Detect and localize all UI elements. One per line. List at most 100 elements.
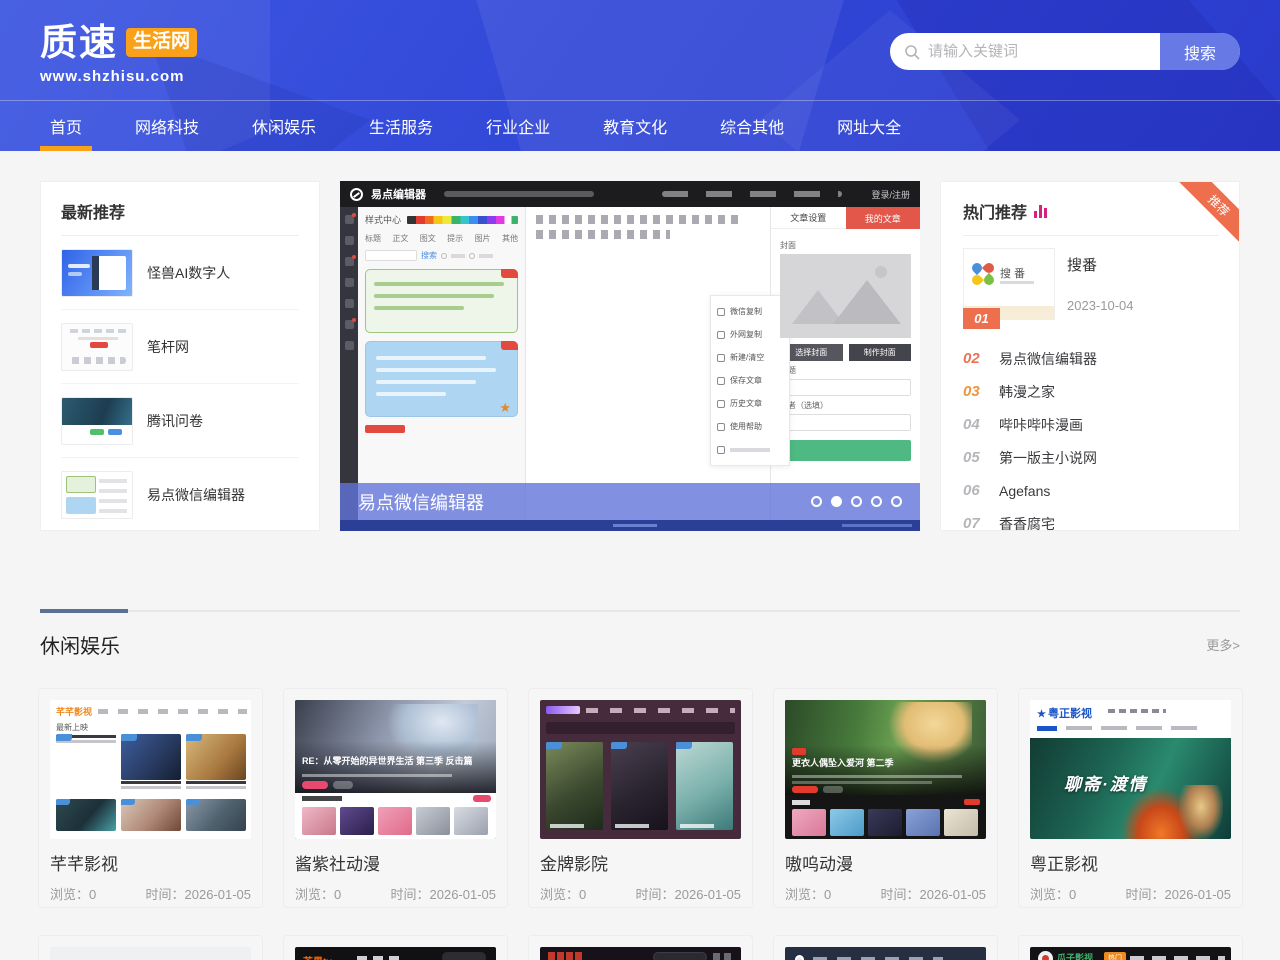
nav-item-tech[interactable]: 网络科技 <box>125 101 209 151</box>
site-card[interactable] <box>773 935 998 960</box>
editor-body: 样式中心 标题 正文 图文 提示 图片 其他 搜索 <box>340 207 920 520</box>
style-center-label: 样式中心 <box>365 213 401 226</box>
editor-style-panel: 样式中心 标题 正文 图文 提示 图片 其他 搜索 <box>358 207 526 520</box>
card-title: 酱紫社动漫 <box>295 850 496 875</box>
carousel-dot-active[interactable] <box>831 496 842 507</box>
editor-topbar: 易点编辑器 登录/注册 <box>340 181 920 207</box>
latest-item-label: 易点微信编辑器 <box>147 485 245 505</box>
nav-item-industry[interactable]: 行业企业 <box>476 101 560 151</box>
main-content: 最新推荐 怪兽AI数字人 笔杆网 腾讯问卷 易点微信编辑器 <box>0 181 1280 531</box>
carousel-banner[interactable]: 易点编辑器 登录/注册 样式中心 标题 正文 图文 <box>340 181 920 531</box>
hot-featured-item[interactable]: 搜番 01 搜番 2023-10-04 <box>963 246 1219 342</box>
site-card-yuezheng[interactable]: 粤正影视 聊斋·渡情 粤正影视 浏览：0 时间：2026-01-05 <box>1018 688 1243 908</box>
carousel-dot[interactable] <box>811 496 822 507</box>
carousel-caption-bar: 易点微信编辑器 <box>340 483 920 520</box>
editor-topbar-menu <box>662 191 842 197</box>
site-card[interactable] <box>38 935 263 960</box>
nav-item-sites[interactable]: 网址大全 <box>827 101 911 151</box>
site-card-jinpai[interactable]: 金牌影院 浏览：0 时间：2026-01-05 <box>528 688 753 908</box>
logo-url: www.shzhisu.com <box>40 68 197 85</box>
sofan-logo-text: 搜番 <box>1000 265 1028 281</box>
card-thumbnail: 芒果tv <box>295 947 496 960</box>
carousel-caption: 易点微信编辑器 <box>358 489 484 515</box>
hot-item-label: 易点微信编辑器 <box>999 349 1097 369</box>
section-title: 休闲娱乐 <box>40 630 120 659</box>
more-link[interactable]: 更多> <box>1206 635 1240 654</box>
latest-item-tencent-survey[interactable]: 腾讯问卷 <box>61 384 299 458</box>
cover-placeholder-image <box>780 254 911 338</box>
site-card-qianqian[interactable]: 芊芊影视 最新上映 芊芊影视 浏览：0 时间：2026-01-05 <box>38 688 263 908</box>
search-input[interactable] <box>920 33 1160 70</box>
hot-item[interactable]: 06 Agefans <box>963 474 1219 507</box>
title-field-label: 标题 <box>780 365 911 376</box>
card-time: 时间：2026-01-05 <box>636 884 742 903</box>
site-card-aowu[interactable]: 更衣人偶坠入爱河 第二季 嗷呜动漫 浏览：0 时间：2026-01-05 <box>773 688 998 908</box>
hot-item[interactable]: 02 易点微信编辑器 <box>963 342 1219 375</box>
logo-badge: 生活网 <box>126 28 197 57</box>
hot-featured-date: 2023-10-04 <box>1067 298 1134 313</box>
carousel-dot[interactable] <box>891 496 902 507</box>
card-views: 浏览：0 <box>50 884 96 903</box>
hot-item[interactable]: 04 哔咔哔咔漫画 <box>963 408 1219 441</box>
hot-item[interactable]: 05 第一版主小说网 <box>963 441 1219 474</box>
hot-rank: 03 <box>963 383 987 400</box>
make-cover-button: 制作封面 <box>849 344 912 361</box>
card-thumbnail <box>785 947 986 960</box>
editor-footer-strip <box>340 520 920 531</box>
nav-item-leisure[interactable]: 休闲娱乐 <box>242 101 326 151</box>
search-button[interactable]: 搜索 <box>1160 33 1240 70</box>
nav-item-life[interactable]: 生活服务 <box>359 101 443 151</box>
card-title: 芊芊影视 <box>50 850 251 875</box>
editor-login-link: 登录/注册 <box>871 188 910 201</box>
editor-topbar-note <box>444 191 594 197</box>
section-divider <box>40 610 1240 612</box>
carousel-dots <box>811 496 902 507</box>
site-header: 质速 生活网 www.shzhisu.com 搜索 首页 网络科技 休闲娱乐 生… <box>0 0 1280 151</box>
tab-my-articles: 我的文章 <box>846 207 921 229</box>
recommend-ribbon: 推荐 <box>1179 182 1239 242</box>
carousel-dot[interactable] <box>851 496 862 507</box>
page: 质速 生活网 www.shzhisu.com 搜索 首页 网络科技 休闲娱乐 生… <box>0 0 1280 960</box>
card-thumbnail: 粤正影视 聊斋·渡情 <box>1030 700 1231 839</box>
hot-item[interactable]: 03 韩漫之家 <box>963 375 1219 408</box>
style-sample-partial <box>365 425 405 433</box>
leisure-section: 休闲娱乐 更多> <box>40 610 1240 659</box>
editor-settings-panel: 文章设置 我的文章 封面 选择封面 制作封面 标题 <box>770 207 920 520</box>
search-icon <box>904 44 920 60</box>
latest-item-label: 笔杆网 <box>147 337 189 357</box>
latest-item-label: 怪兽AI数字人 <box>147 263 230 283</box>
latest-thumbnail <box>61 471 133 519</box>
carousel-dot[interactable] <box>871 496 882 507</box>
card-time: 时间：2026-01-05 <box>881 884 987 903</box>
site-card-guazi[interactable]: 瓜子影视 热门 <box>1018 935 1243 960</box>
site-card-jiangzishe[interactable]: RE：从零开始的异世界生活 第三季 反击篇 酱紫社动漫 浏览：0 时间：2026… <box>283 688 508 908</box>
hot-rank: 04 <box>963 416 987 433</box>
hot-item[interactable]: 07 香香腐宅 <box>963 507 1219 531</box>
hot-item-label: 香香腐宅 <box>999 514 1055 532</box>
latest-item-label: 腾讯问卷 <box>147 411 203 431</box>
hot-rank: 05 <box>963 449 987 466</box>
latest-thumbnail <box>61 323 133 371</box>
site-card[interactable] <box>528 935 753 960</box>
author-field <box>780 414 911 431</box>
editor-brand: 易点编辑器 <box>371 186 426 202</box>
latest-title: 最新推荐 <box>61 182 299 235</box>
card-views: 浏览：0 <box>295 884 341 903</box>
rank-badge: 01 <box>963 308 1000 329</box>
latest-thumbnail <box>61 397 133 445</box>
nav-item-home[interactable]: 首页 <box>40 101 92 151</box>
card-title: 嗷呜动漫 <box>785 850 986 875</box>
latest-item-yidian-editor[interactable]: 易点微信编辑器 <box>61 458 299 531</box>
latest-item-monster-ai[interactable]: 怪兽AI数字人 <box>61 236 299 310</box>
editor-logo-icon <box>350 188 363 201</box>
latest-item-bigan[interactable]: 笔杆网 <box>61 310 299 384</box>
site-logo[interactable]: 质速 生活网 www.shzhisu.com <box>40 24 197 85</box>
style-tabs: 标题 正文 图文 提示 图片 其他 <box>365 233 518 244</box>
site-card-mgtv[interactable]: 芒果tv <box>283 935 508 960</box>
card-views: 浏览：0 <box>540 884 586 903</box>
nav-item-misc[interactable]: 综合其他 <box>710 101 794 151</box>
card-time: 时间：2026-01-05 <box>1126 884 1232 903</box>
nav-item-education[interactable]: 教育文化 <box>593 101 677 151</box>
tab-article-settings: 文章设置 <box>771 207 846 229</box>
latest-thumbnail <box>61 249 133 297</box>
